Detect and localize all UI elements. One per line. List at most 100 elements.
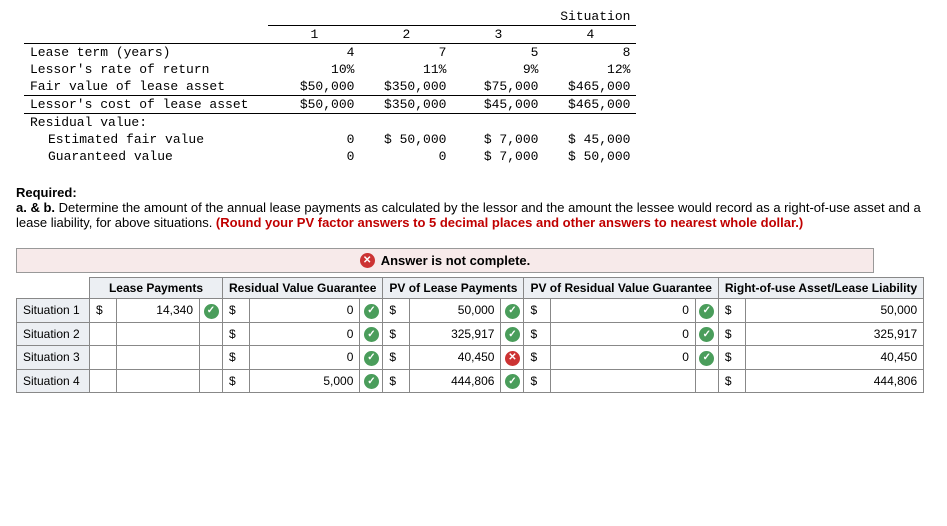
col-4: 4 [544, 26, 636, 44]
lease-payments-input[interactable] [117, 346, 200, 370]
required-hint: (Round your PV factor answers to 5 decim… [216, 215, 803, 230]
row-label: Lessor's cost of lease asset [24, 96, 268, 114]
data-cell: $350,000 [360, 96, 452, 114]
check-icon: ✓ [200, 299, 223, 323]
check-icon: ✓ [501, 369, 524, 393]
data-cell: 0 [268, 131, 360, 148]
row-label: Residual value: [24, 114, 268, 132]
hdr-rvg: Residual Value Guarantee [223, 278, 383, 299]
data-cell: $50,000 [268, 78, 360, 96]
data-cell: 0 [268, 148, 360, 165]
x-icon: ✕ [501, 346, 524, 370]
lease-payments-input[interactable]: 14,340 [117, 299, 200, 323]
dollar-sign: $ [383, 346, 410, 370]
rvg-input[interactable]: 0 [250, 299, 360, 323]
data-cell: 12% [544, 61, 636, 78]
dollar-sign [90, 369, 117, 393]
data-cell [360, 114, 452, 132]
data-cell: $75,000 [452, 78, 544, 96]
check-icon: ✓ [695, 346, 718, 370]
data-cell: $ 50,000 [544, 148, 636, 165]
data-cell [452, 114, 544, 132]
pv-rvg-input[interactable]: 0 [551, 346, 695, 370]
data-cell: 0 [360, 148, 452, 165]
dollar-sign: $ [383, 322, 410, 346]
data-cell: $ 50,000 [360, 131, 452, 148]
dollar-sign [90, 346, 117, 370]
required-block: Required: a. & b. Determine the amount o… [16, 185, 931, 230]
dollar-sign: $ [90, 299, 117, 323]
hdr-lease-payments: Lease Payments [90, 278, 223, 299]
check-icon: ✓ [360, 299, 383, 323]
dollar-sign: $ [718, 346, 745, 370]
data-cell: 5 [452, 44, 544, 62]
lease-payments-input[interactable] [117, 322, 200, 346]
hdr-pvr: PV of Residual Value Guarantee [524, 278, 718, 299]
empty-icon [695, 369, 718, 393]
data-cell [544, 114, 636, 132]
check-icon: ✓ [360, 346, 383, 370]
data-cell: $50,000 [268, 96, 360, 114]
dollar-sign: $ [524, 299, 551, 323]
answer-table: Lease Payments Residual Value Guarantee … [16, 277, 924, 393]
required-heading: Required: [16, 185, 77, 200]
check-icon: ✓ [695, 299, 718, 323]
check-icon: ✓ [501, 299, 524, 323]
data-cell: 10% [268, 61, 360, 78]
rvg-input[interactable]: 5,000 [250, 369, 360, 393]
row-label: Fair value of lease asset [24, 78, 268, 96]
rou-value: 40,450 [745, 346, 923, 370]
pv-rvg-input[interactable] [551, 369, 695, 393]
pv-lease-input[interactable]: 40,450 [410, 346, 501, 370]
lease-payments-input[interactable] [117, 369, 200, 393]
col-3: 3 [452, 26, 544, 44]
dollar-sign: $ [223, 369, 250, 393]
row-label: Estimated fair value [24, 131, 268, 148]
data-cell: $ 7,000 [452, 148, 544, 165]
dollar-sign: $ [223, 346, 250, 370]
dollar-sign: $ [223, 299, 250, 323]
data-cell: $45,000 [452, 96, 544, 114]
pv-rvg-input[interactable]: 0 [551, 299, 695, 323]
data-cell: $465,000 [544, 96, 636, 114]
col-1: 1 [268, 26, 360, 44]
data-cell: $ 45,000 [544, 131, 636, 148]
situation-row-label: Situation 4 [17, 369, 90, 393]
situation-row-label: Situation 3 [17, 346, 90, 370]
rvg-input[interactable]: 0 [250, 322, 360, 346]
col-2: 2 [360, 26, 452, 44]
required-ab: a. & b. [16, 200, 55, 215]
row-label: Lease term (years) [24, 44, 268, 62]
check-icon: ✓ [360, 322, 383, 346]
dollar-sign [90, 322, 117, 346]
dollar-sign: $ [524, 369, 551, 393]
answer-status-text: Answer is not complete. [381, 253, 531, 268]
data-cell: $ 7,000 [452, 131, 544, 148]
situation-row-label: Situation 2 [17, 322, 90, 346]
empty-icon [200, 322, 223, 346]
pv-lease-input[interactable]: 325,917 [410, 322, 501, 346]
dollar-sign: $ [223, 322, 250, 346]
data-cell: 7 [360, 44, 452, 62]
row-label: Guaranteed value [24, 148, 268, 165]
data-cell: $350,000 [360, 78, 452, 96]
row-label: Lessor's rate of return [24, 61, 268, 78]
dollar-sign: $ [718, 322, 745, 346]
situation-row-label: Situation 1 [17, 299, 90, 323]
hdr-rou: Right-of-use Asset/Lease Liability [718, 278, 923, 299]
check-icon: ✓ [501, 322, 524, 346]
hdr-pvl: PV of Lease Payments [383, 278, 524, 299]
data-cell [268, 114, 360, 132]
dollar-sign: $ [524, 346, 551, 370]
dollar-sign: $ [383, 369, 410, 393]
data-cell: 8 [544, 44, 636, 62]
rvg-input[interactable]: 0 [250, 346, 360, 370]
pv-rvg-input[interactable]: 0 [551, 322, 695, 346]
data-cell: 4 [268, 44, 360, 62]
pv-lease-input[interactable]: 50,000 [410, 299, 501, 323]
check-icon: ✓ [360, 369, 383, 393]
dollar-sign: $ [524, 322, 551, 346]
pv-lease-input[interactable]: 444,806 [410, 369, 501, 393]
answer-status-bar: ✕ Answer is not complete. [16, 248, 874, 273]
rou-value: 444,806 [745, 369, 923, 393]
